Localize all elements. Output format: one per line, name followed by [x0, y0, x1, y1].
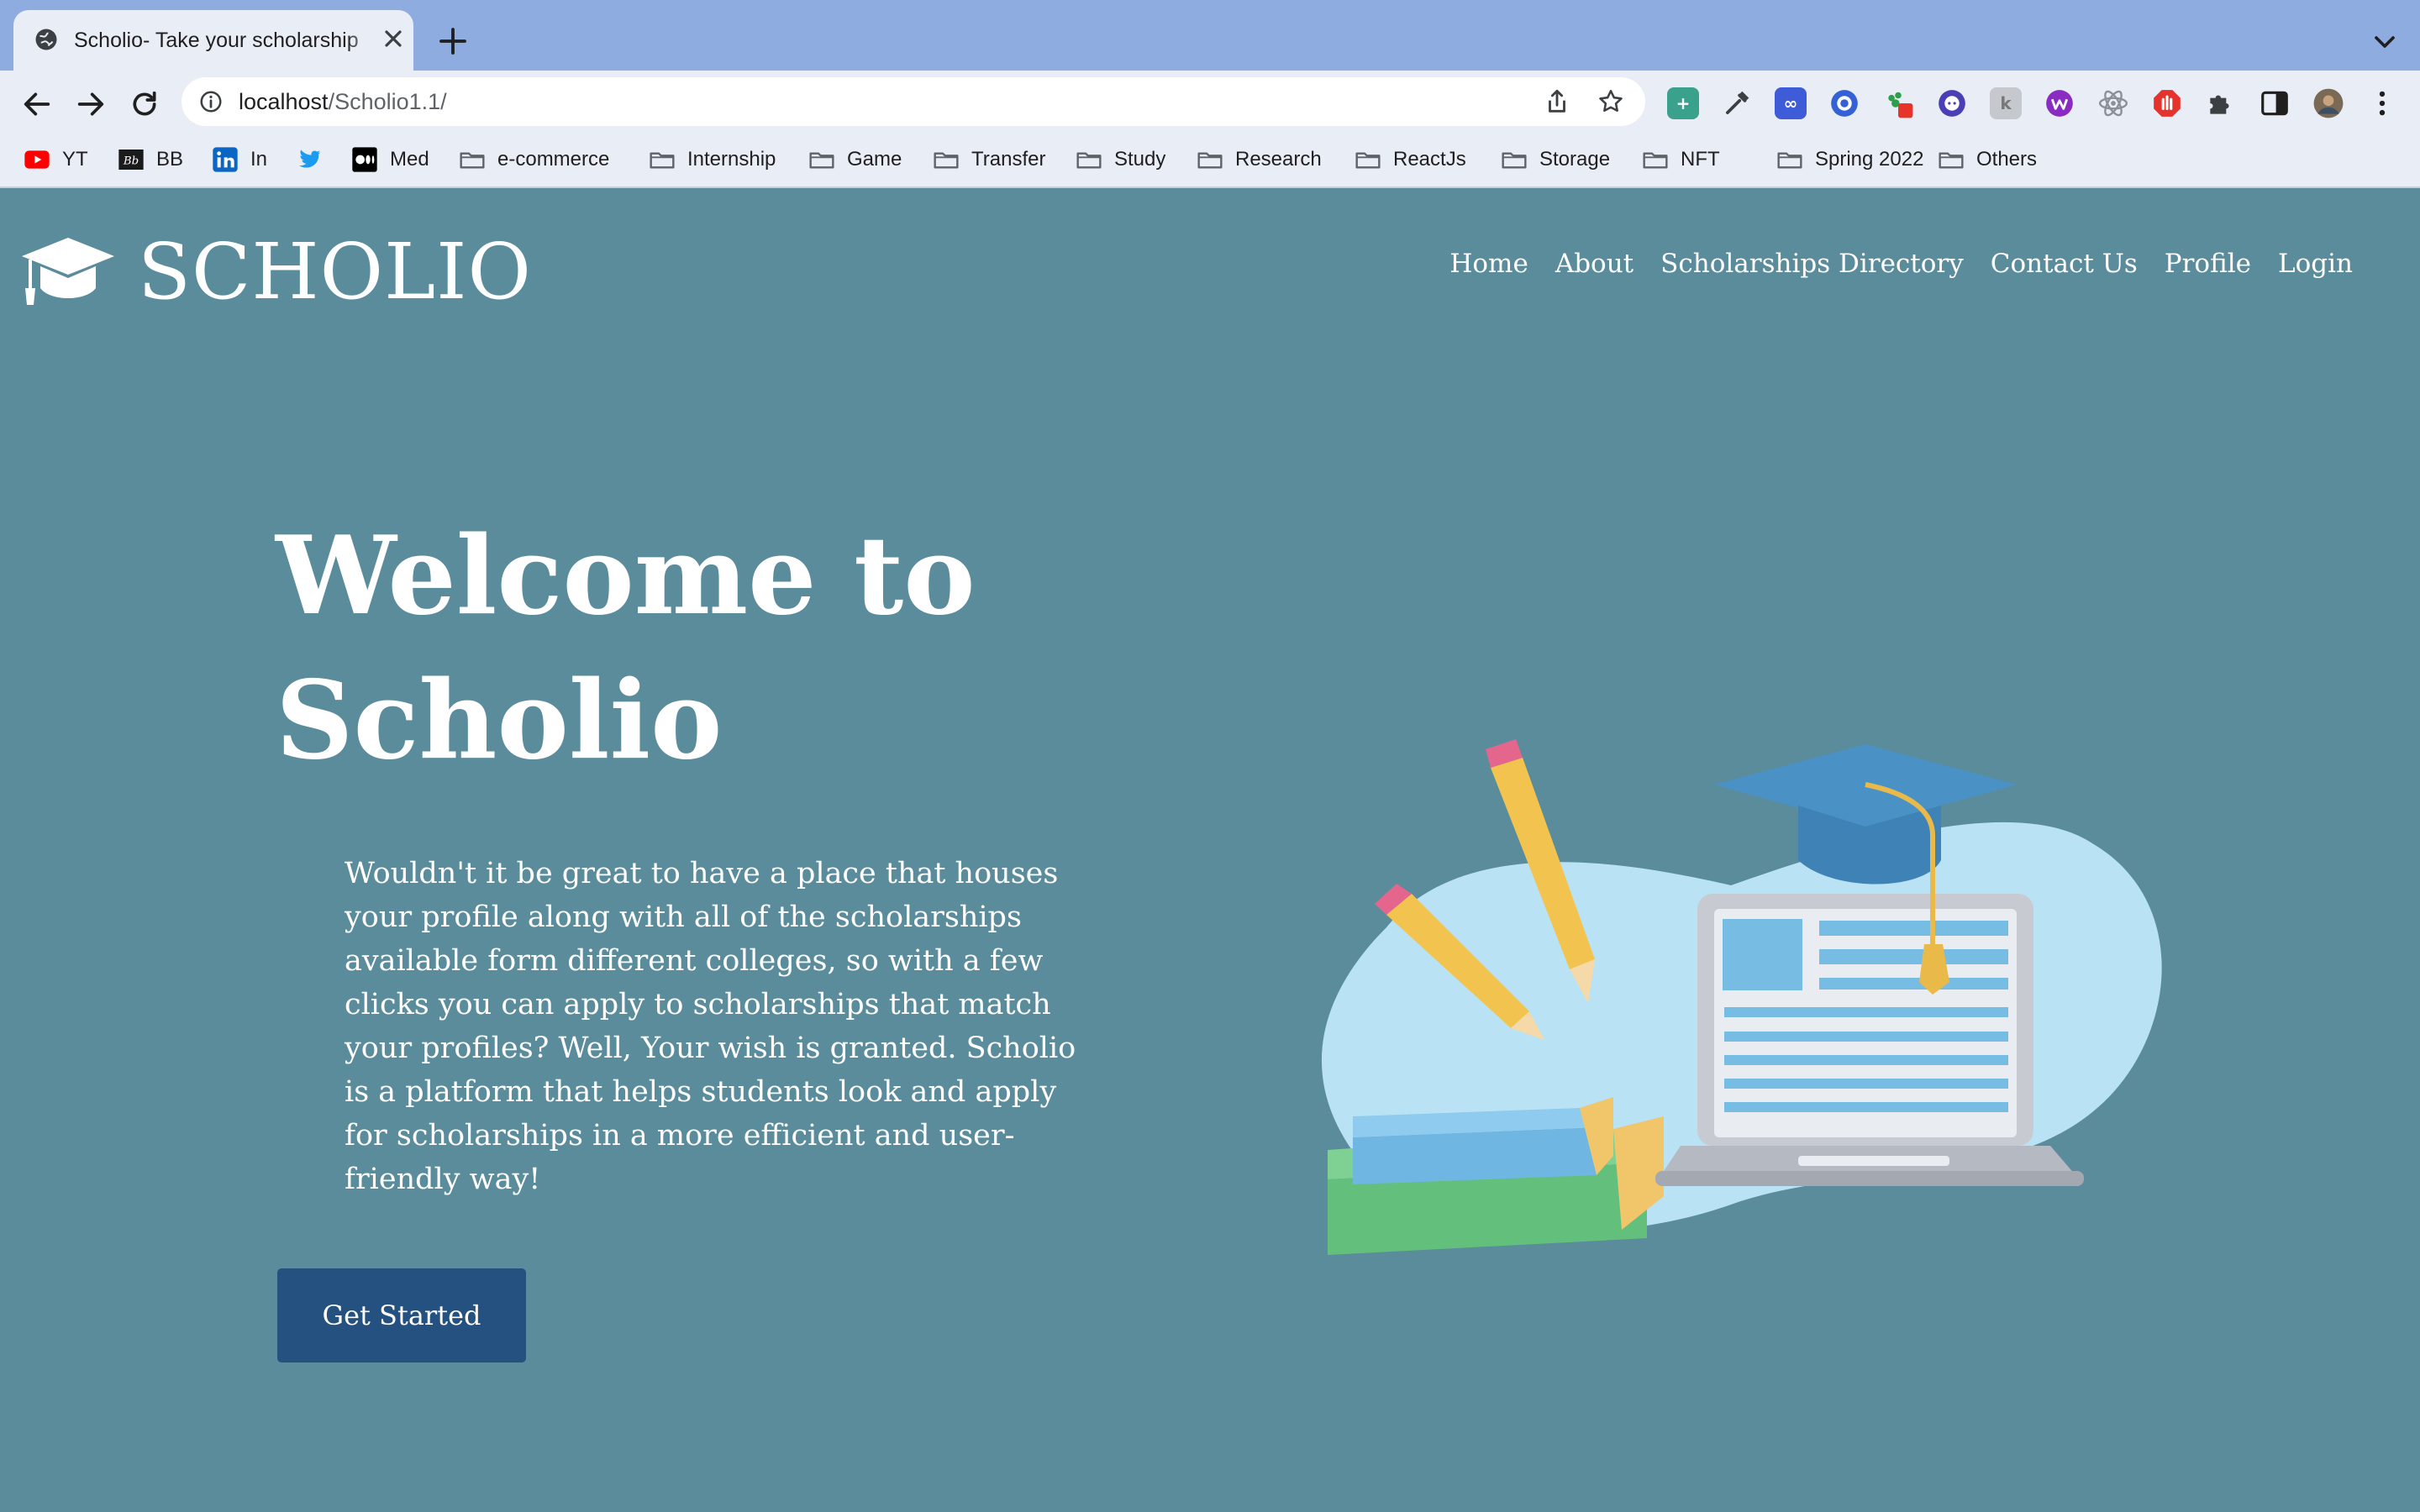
- nav-home[interactable]: Home: [1449, 249, 1528, 279]
- bookmark-study[interactable]: Study: [1076, 133, 1165, 186]
- bookmark-label: Game: [847, 148, 902, 171]
- extensions-puzzle-icon[interactable]: [2205, 87, 2237, 119]
- react-devtools-icon[interactable]: [2097, 87, 2129, 119]
- bookmark-others[interactable]: Others: [1938, 133, 2037, 186]
- info-icon[interactable]: [198, 89, 224, 114]
- folder-icon: [934, 152, 959, 169]
- eyedropper-icon[interactable]: [1721, 87, 1753, 119]
- bookmark-spring-2022[interactable]: Spring 2022: [1776, 133, 1923, 186]
- chevron-down-icon[interactable]: [2368, 25, 2402, 59]
- nav-login[interactable]: Login: [2278, 249, 2353, 279]
- share-icon[interactable]: [1543, 87, 1571, 116]
- bookmark-label: Med: [390, 148, 429, 171]
- education-illustration: [1321, 739, 2162, 1255]
- back-icon[interactable]: [17, 87, 57, 121]
- forward-icon[interactable]: [71, 87, 111, 121]
- bookmark-reactjs[interactable]: ReactJs: [1355, 133, 1466, 186]
- bookmark-star-icon[interactable]: [1597, 87, 1625, 116]
- bookmark-label: Study: [1114, 148, 1166, 171]
- more-menu-icon[interactable]: [2366, 87, 2398, 119]
- bookmark-label: YT: [62, 148, 88, 171]
- bookmark-storage[interactable]: Storage: [1501, 133, 1610, 186]
- bookmark-label: e-commerce: [497, 148, 610, 171]
- medium-icon: [352, 147, 377, 172]
- bookmark-bb[interactable]: Bb BB: [118, 133, 183, 186]
- extension-link-icon[interactable]: ∞: [1775, 87, 1807, 119]
- logo-text: SCHOLIO: [138, 226, 532, 317]
- svg-text:Bb: Bb: [123, 155, 139, 167]
- nav-scholarships-directory[interactable]: Scholarships Directory: [1660, 249, 1964, 279]
- bookmark-transfer[interactable]: Transfer: [933, 133, 1045, 186]
- bookmark-label: ReactJs: [1393, 148, 1466, 171]
- bookmark-e-commerce[interactable]: e-commerce: [459, 133, 609, 186]
- extension-plus-icon[interactable]: +: [1667, 87, 1699, 119]
- bookmark-game[interactable]: Game: [808, 133, 902, 186]
- folder-icon: [809, 152, 834, 169]
- bookmark-label: BB: [156, 148, 184, 171]
- extension-chat-icon[interactable]: [1936, 87, 1968, 119]
- books: [1328, 1097, 1664, 1255]
- hero-title: Welcome to Scholio: [276, 513, 976, 784]
- scholio-page: SCHOLIO Home About Scholarships Director…: [0, 188, 2420, 1512]
- laptop: [1655, 894, 2084, 1186]
- folder-icon: [1076, 152, 1102, 169]
- site-nav: Home About Scholarships Directory Contac…: [1449, 249, 2353, 279]
- folder-icon: [1355, 152, 1381, 169]
- url-text[interactable]: localhost/Scholio1.1/: [239, 77, 447, 126]
- linkedin-icon: [213, 147, 238, 172]
- adblock-hand-icon[interactable]: [2151, 87, 2183, 119]
- extension-w-icon[interactable]: [2044, 87, 2075, 119]
- bookmark-label: Others: [1976, 148, 2038, 171]
- tab-strip: Scholio- Take your scholarship: [0, 0, 2420, 71]
- site-logo[interactable]: SCHOLIO: [20, 225, 532, 318]
- active-tab[interactable]: Scholio- Take your scholarship: [13, 10, 413, 71]
- folder-icon: [1939, 152, 1964, 169]
- bookmark-research[interactable]: Research: [1197, 133, 1322, 186]
- bookmark-label: Spring 2022: [1815, 148, 1924, 171]
- bookmark-label: NFT: [1681, 148, 1720, 171]
- bookmark-label: Research: [1235, 148, 1322, 171]
- folder-icon: [1777, 152, 1802, 169]
- bookmark-in[interactable]: In: [212, 133, 267, 186]
- folder-icon: [1502, 152, 1527, 169]
- twitter-icon: [299, 150, 321, 168]
- address-bar[interactable]: localhost/Scholio1.1/: [182, 77, 1645, 126]
- bookmark-label: Storage: [1539, 148, 1611, 171]
- bookmark-med[interactable]: Med: [351, 133, 429, 186]
- bookmark-twitter[interactable]: [296, 133, 323, 186]
- bookmark-label: In: [250, 148, 268, 171]
- nav-profile[interactable]: Profile: [2165, 249, 2251, 279]
- globe-icon: [35, 29, 57, 50]
- hero-description: Wouldn't it be great to have a place tha…: [345, 857, 1076, 1196]
- new-tab-icon[interactable]: [435, 24, 471, 59]
- extension-paw-icon[interactable]: [1882, 87, 1914, 119]
- reload-icon[interactable]: [124, 87, 165, 121]
- bookmark-nft[interactable]: NFT: [1642, 133, 1720, 186]
- youtube-icon: [24, 150, 50, 169]
- folder-icon: [1197, 152, 1223, 169]
- side-panel-icon[interactable]: [2259, 87, 2291, 119]
- blackboard-icon: Bb: [118, 150, 144, 170]
- close-icon[interactable]: [380, 25, 407, 52]
- extension-target-icon[interactable]: [1828, 87, 1860, 119]
- bookmark-label: Transfer: [971, 148, 1046, 171]
- browser-toolbar: localhost/Scholio1.1/ + ∞ k: [0, 71, 2420, 133]
- url-host: localhost: [239, 89, 329, 114]
- folder-icon: [460, 152, 485, 169]
- bookmark-yt[interactable]: YT: [24, 133, 88, 186]
- folder-icon: [650, 152, 675, 169]
- bookmarks-bar: YT Bb BB In Med e-commerce Internship Game Trans…: [0, 133, 2420, 188]
- bookmark-internship[interactable]: Internship: [649, 133, 776, 186]
- nav-about[interactable]: About: [1555, 249, 1634, 279]
- url-path: /Scholio1.1/: [328, 89, 447, 114]
- bookmark-label: Internship: [687, 148, 776, 171]
- graduation-cap-icon: [22, 238, 114, 305]
- avatar[interactable]: [2312, 87, 2344, 119]
- nav-contact-us[interactable]: Contact Us: [1991, 249, 2138, 279]
- tab-title: Scholio- Take your scholarship: [74, 10, 380, 71]
- get-started-button[interactable]: Get Started: [277, 1268, 526, 1362]
- extension-grey-icon[interactable]: k: [1990, 87, 2022, 119]
- folder-icon: [1643, 152, 1668, 169]
